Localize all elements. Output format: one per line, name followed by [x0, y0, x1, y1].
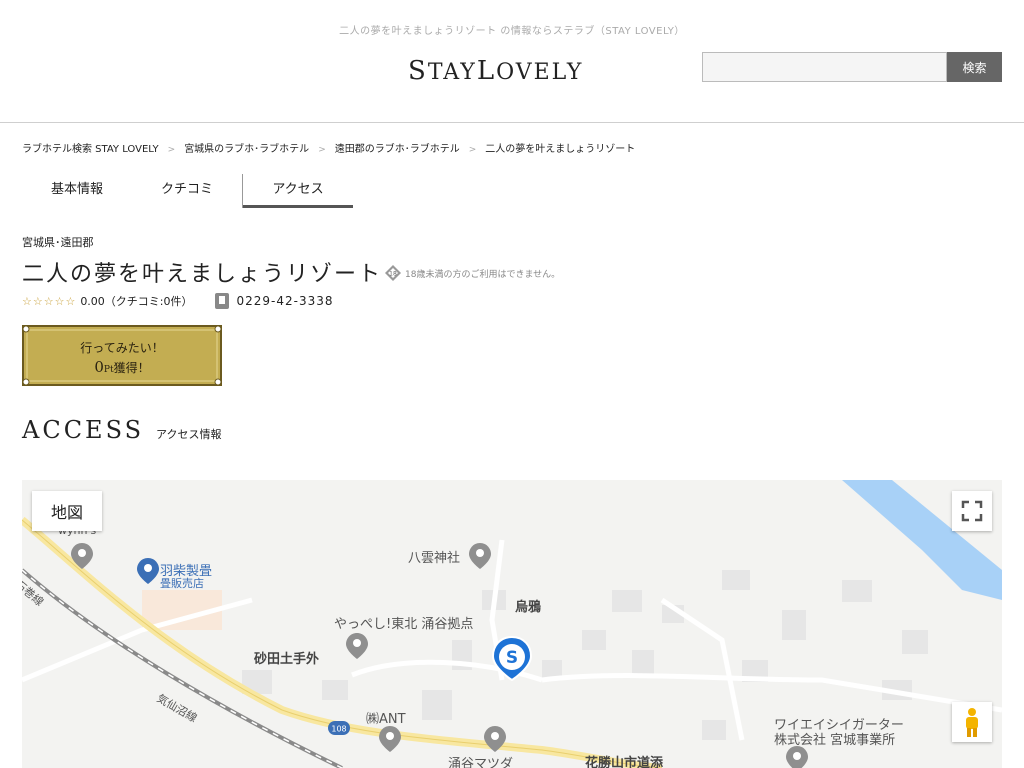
- rating-stars: ☆☆☆☆☆: [22, 294, 77, 308]
- age-restriction-icon: 18: [385, 265, 401, 281]
- fullscreen-icon: [961, 500, 983, 522]
- age-restriction-notice: 18 18歳未満の方のご利用はできません。: [384, 264, 560, 282]
- map-label-hashiba-sub: 畳販売店: [160, 577, 204, 590]
- svg-text:108: 108: [331, 725, 346, 734]
- breadcrumb-separator: >: [318, 145, 326, 155]
- street-view-button[interactable]: [952, 702, 992, 742]
- svg-text:S: S: [506, 648, 518, 668]
- rating-row: ☆☆☆☆☆ 0.00（クチコミ:0件） 0229-42-3338: [22, 293, 334, 309]
- access-heading: ACCESS アクセス情報: [22, 416, 222, 444]
- age-restriction-text: 18歳未満の方のご利用はできません。: [405, 269, 561, 280]
- points-suffix: 獲得！: [113, 361, 150, 375]
- map-label-waiei-2: 株式会社 宮城事業所: [774, 733, 896, 748]
- want-to-go-label: 行ってみたい！: [80, 341, 164, 355]
- map-label-ant: ㈱ANT: [366, 712, 406, 727]
- map-label-sunada: 砂田土手外: [254, 652, 320, 667]
- route-shield: 108: [328, 721, 350, 735]
- breadcrumb-separator: >: [167, 145, 176, 155]
- hotel-name: 二人の夢を叶えましょうリゾート: [22, 262, 383, 287]
- svg-text:18: 18: [389, 271, 397, 278]
- map-type-button[interactable]: 地図: [32, 491, 102, 531]
- want-to-go-button[interactable]: 行ってみたい！ 0Pt獲得！: [22, 325, 222, 386]
- pegman-icon: [966, 708, 978, 737]
- access-title: ACCESS: [22, 416, 145, 444]
- map-pin-waiei[interactable]: [786, 746, 808, 768]
- map-pin-hashiba[interactable]: [137, 558, 159, 584]
- tab-reviews[interactable]: クチコミ: [132, 174, 242, 208]
- breadcrumb-item-district[interactable]: 遠田郡のラブホ･ラブホテル: [335, 140, 460, 155]
- tab-access[interactable]: アクセス: [243, 174, 353, 208]
- hotel-region: 宮城県･遠田郡: [22, 236, 94, 249]
- map-pin-yappeshi[interactable]: [346, 633, 368, 659]
- site-tagline: 二人の夢を叶えましょうリゾート の情報ならステラブ（STAY LOVELY）: [339, 26, 685, 37]
- breadcrumb: ラブホテル検索 STAY LOVELY > 宮城県のラブホ･ラブホテル > 遠田郡のラブ…: [22, 140, 635, 155]
- map-pin-ant[interactable]: [379, 726, 401, 752]
- rating-text[interactable]: 0.00（クチコミ:0件）: [80, 293, 192, 309]
- points-unit: Pt: [103, 365, 114, 375]
- map-label-yappeshi: やっぺし!東北 涌谷拠点: [334, 617, 474, 632]
- points-value: 0: [94, 358, 104, 376]
- site-header: 二人の夢を叶えましょうリゾート の情報ならステラブ（STAY LOVELY） S…: [0, 0, 1024, 123]
- phone-icon: [214, 293, 229, 309]
- fullscreen-button[interactable]: [952, 491, 992, 531]
- tab-basic-info[interactable]: 基本情報: [22, 174, 132, 208]
- map-label-karasu: 烏鴉: [515, 600, 542, 615]
- breadcrumb-item-prefecture[interactable]: 宮城県のラブホ･ラブホテル: [184, 140, 309, 155]
- map-label-mazda: 涌谷マツダ: [448, 757, 514, 768]
- map-embed[interactable]: 108 S 羽柴製畳 畳販売店 八雲神社 烏鴉 やっぺし!東北 涌谷拠点 砂田土…: [22, 480, 1002, 768]
- breadcrumb-item-home[interactable]: ラブホテル検索 STAY LOVELY: [22, 140, 159, 155]
- search-button[interactable]: 検索: [947, 52, 1002, 82]
- breadcrumb-item-current: 二人の夢を叶えましょうリゾート: [485, 144, 636, 155]
- map-pin-yakumo[interactable]: [469, 543, 491, 569]
- search-input[interactable]: [702, 52, 947, 82]
- map-label-hanakatsu: 花勝山市道添: [585, 756, 664, 768]
- map-label-yakumo: 八雲神社: [408, 551, 461, 566]
- site-logo[interactable]: STAYLOVELY: [408, 56, 583, 86]
- breadcrumb-separator: >: [468, 145, 477, 155]
- phone-number[interactable]: 0229-42-3338: [237, 294, 334, 308]
- access-subtitle: アクセス情報: [156, 428, 222, 441]
